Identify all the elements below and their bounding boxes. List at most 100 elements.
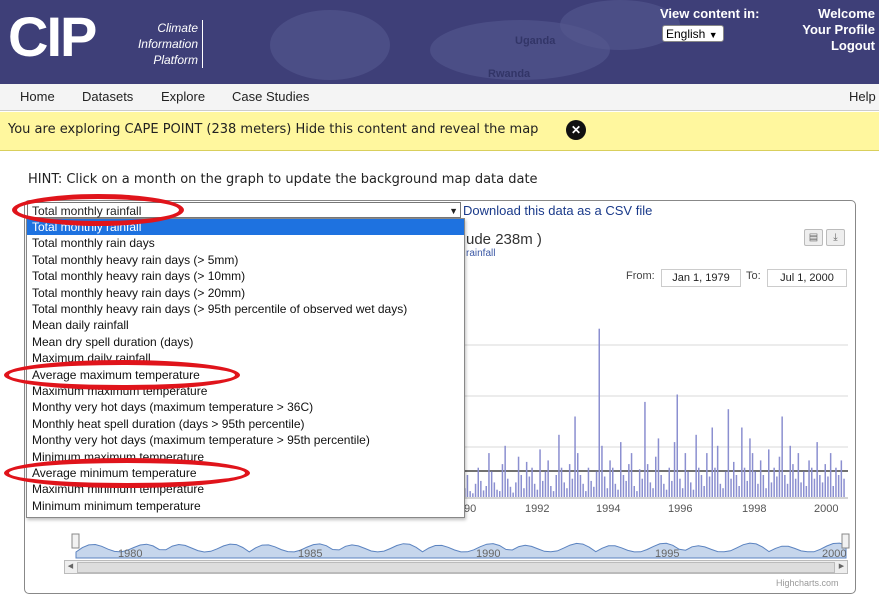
dropdown-option[interactable]: Monthy very hot days (maximum temperatur… xyxy=(27,399,464,415)
dropdown-option[interactable]: Monthy very hot days (maximum temperatur… xyxy=(27,432,464,448)
rainfall-bar[interactable] xyxy=(598,328,601,497)
rainfall-bar[interactable] xyxy=(786,483,789,497)
rainfall-bar[interactable] xyxy=(692,489,695,497)
rainfall-bar[interactable] xyxy=(558,434,560,497)
rainfall-bar[interactable] xyxy=(520,475,523,497)
dropdown-option[interactable]: Total monthly heavy rain days (> 5mm) xyxy=(27,252,464,268)
rainfall-bar[interactable] xyxy=(794,478,797,497)
rainfall-bar[interactable] xyxy=(703,486,705,497)
rainfall-bar[interactable] xyxy=(681,488,684,497)
dropdown-option[interactable]: Total monthly heavy rain days (> 20mm) xyxy=(27,285,464,301)
scroll-left-icon[interactable]: ◀ xyxy=(65,561,76,572)
rainfall-bar[interactable] xyxy=(765,488,767,497)
scroll-right-icon[interactable]: ▶ xyxy=(836,561,847,572)
rainfall-bar[interactable] xyxy=(560,467,563,497)
rainfall-bar[interactable] xyxy=(711,427,714,498)
rainfall-bar[interactable] xyxy=(523,488,525,497)
rainfall-bar[interactable] xyxy=(649,482,652,497)
rainfall-bar[interactable] xyxy=(466,475,469,497)
scrollbar-thumb[interactable] xyxy=(77,562,835,573)
rainfall-bar[interactable] xyxy=(724,471,727,497)
rainfall-bar[interactable] xyxy=(566,488,568,497)
rainfall-bar[interactable] xyxy=(550,486,552,497)
rainfall-bar[interactable] xyxy=(819,475,821,497)
rainfall-bar[interactable] xyxy=(695,434,697,497)
rainfall-bar[interactable] xyxy=(507,478,509,497)
rainfall-bar[interactable] xyxy=(690,482,692,497)
dropdown-option[interactable]: Minimum minimum temperature xyxy=(27,498,464,514)
rainfall-bar[interactable] xyxy=(816,442,818,497)
rainfall-bar[interactable] xyxy=(757,483,759,497)
rainfall-bar[interactable] xyxy=(660,475,662,497)
rainfall-bar[interactable] xyxy=(840,460,843,497)
rainfall-bar[interactable] xyxy=(571,478,574,497)
rainfall-bar[interactable] xyxy=(472,493,474,497)
rainfall-bar[interactable] xyxy=(568,464,571,497)
rainfall-bar[interactable] xyxy=(622,475,625,497)
rainfall-bar[interactable] xyxy=(751,453,754,497)
rainfall-bar[interactable] xyxy=(722,488,724,497)
navigator-handle[interactable] xyxy=(841,533,850,549)
rainfall-bar[interactable] xyxy=(509,486,512,497)
rainfall-bar[interactable] xyxy=(614,483,617,497)
rainfall-bar[interactable] xyxy=(762,475,765,497)
dropdown-option[interactable]: Mean daily rainfall xyxy=(27,317,464,333)
rainfall-bar[interactable] xyxy=(620,442,622,497)
rainfall-bar[interactable] xyxy=(800,482,802,497)
rainfall-bar[interactable] xyxy=(776,476,778,498)
rainfall-bar[interactable] xyxy=(574,416,576,498)
rainfall-bar[interactable] xyxy=(671,480,673,497)
rainfall-bar[interactable] xyxy=(824,464,827,497)
navigator-handle[interactable] xyxy=(71,533,80,549)
rainfall-bar[interactable] xyxy=(552,491,555,497)
rainfall-bar[interactable] xyxy=(754,471,757,497)
rainfall-bar[interactable] xyxy=(770,482,773,497)
rainfall-bar[interactable] xyxy=(488,453,490,497)
rainfall-bar[interactable] xyxy=(544,471,547,497)
rainfall-bar[interactable] xyxy=(490,471,493,497)
rainfall-bar[interactable] xyxy=(477,467,480,497)
rainfall-bar[interactable] xyxy=(808,460,810,497)
rainfall-bar[interactable] xyxy=(698,467,700,497)
rainfall-bar[interactable] xyxy=(827,476,829,498)
rainfall-bar[interactable] xyxy=(733,461,735,497)
rainfall-bar[interactable] xyxy=(474,483,477,497)
rainfall-bar[interactable] xyxy=(730,478,732,497)
rainfall-bar[interactable] xyxy=(743,467,746,497)
rainfall-bar[interactable] xyxy=(499,491,501,497)
rainfall-bar[interactable] xyxy=(482,490,485,497)
rainfall-bar[interactable] xyxy=(663,483,665,497)
rainfall-bar[interactable] xyxy=(821,482,824,497)
dropdown-option[interactable]: Total monthly rain days xyxy=(27,235,464,251)
rainfall-bar[interactable] xyxy=(587,467,590,497)
dropdown-option[interactable]: Monthly heat spell duration (days > 95th… xyxy=(27,416,464,432)
rainfall-bar[interactable] xyxy=(485,486,488,497)
rainfall-bar[interactable] xyxy=(655,456,657,497)
rainfall-bar[interactable] xyxy=(633,486,636,497)
rainfall-bar[interactable] xyxy=(719,483,722,497)
rainfall-bar[interactable] xyxy=(617,489,619,497)
highcharts-credit[interactable]: Highcharts.com xyxy=(776,578,839,588)
rainfall-bar[interactable] xyxy=(835,467,837,497)
rainfall-bar[interactable] xyxy=(646,464,649,497)
rainfall-bar[interactable] xyxy=(781,416,783,498)
rainfall-bar[interactable] xyxy=(708,476,711,498)
rainfall-bar[interactable] xyxy=(829,453,832,497)
rainfall-bar[interactable] xyxy=(843,478,845,497)
rainfall-bar[interactable] xyxy=(676,394,679,498)
rainfall-bar[interactable] xyxy=(563,482,566,497)
rainfall-bar[interactable] xyxy=(579,475,582,497)
rainfall-bar[interactable] xyxy=(792,464,794,497)
rainfall-bar[interactable] xyxy=(636,491,638,497)
rainfall-bar[interactable] xyxy=(665,489,668,497)
rainfall-bar[interactable] xyxy=(493,482,496,497)
rainfall-bar[interactable] xyxy=(773,467,775,497)
rainfall-bar[interactable] xyxy=(789,445,792,497)
rainfall-bar[interactable] xyxy=(746,480,749,497)
rainfall-bar[interactable] xyxy=(512,492,514,497)
rainfall-bar[interactable] xyxy=(803,471,805,497)
rainfall-bar[interactable] xyxy=(759,460,762,497)
rainfall-bar[interactable] xyxy=(531,467,533,497)
rainfall-bar[interactable] xyxy=(625,480,627,497)
rainfall-bar[interactable] xyxy=(797,453,800,497)
